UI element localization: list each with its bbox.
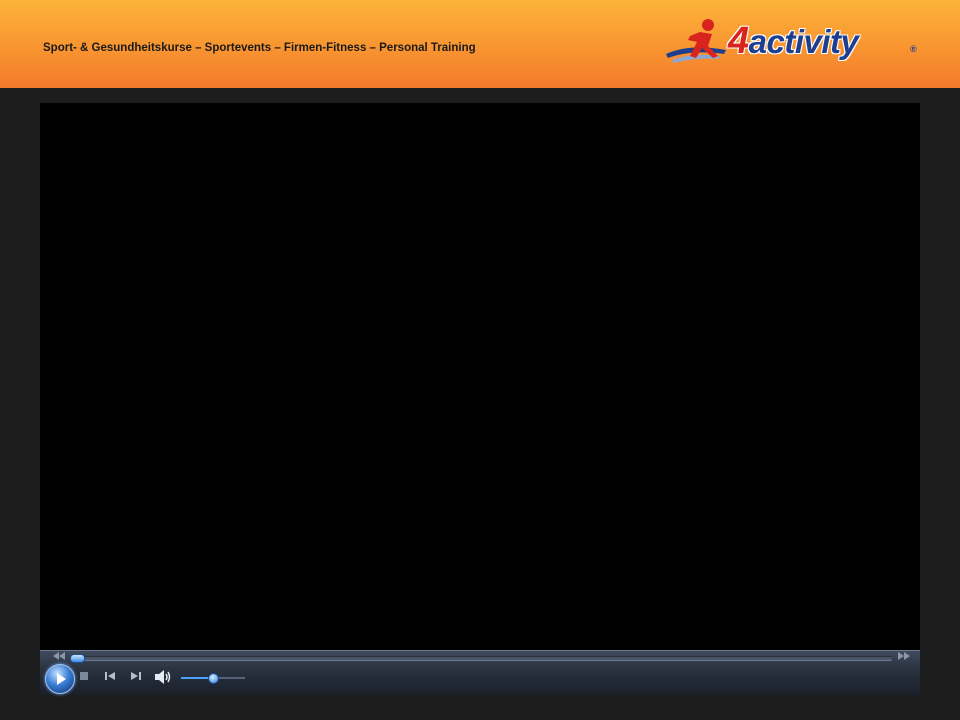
next-track-icon[interactable] [130,671,142,681]
play-button[interactable] [45,664,75,694]
brand-wordmark: 4activity [728,20,859,63]
video-display[interactable] [40,103,920,650]
seek-bar[interactable] [72,656,892,661]
previous-track-icon[interactable] [104,671,116,681]
volume-handle[interactable] [208,673,219,684]
brand-logo[interactable]: 4activity ® [664,16,924,68]
seek-handle[interactable] [70,654,85,663]
media-player-controls [40,650,920,695]
site-header: Sport- & Gesundheitskurse – Sportevents … [0,0,960,88]
header-tagline: Sport- & Gesundheitskurse – Sportevents … [43,42,476,54]
fast-forward-icon[interactable] [898,652,910,660]
seek-row [40,651,920,665]
stop-icon[interactable] [79,671,89,681]
registered-mark: ® [910,44,917,54]
play-icon [57,673,66,685]
rewind-icon[interactable] [53,652,65,660]
brand-number: 4 [728,20,749,62]
brand-word: activity [748,23,859,60]
runner-figure-icon [666,19,726,63]
speaker-icon[interactable] [154,670,172,684]
